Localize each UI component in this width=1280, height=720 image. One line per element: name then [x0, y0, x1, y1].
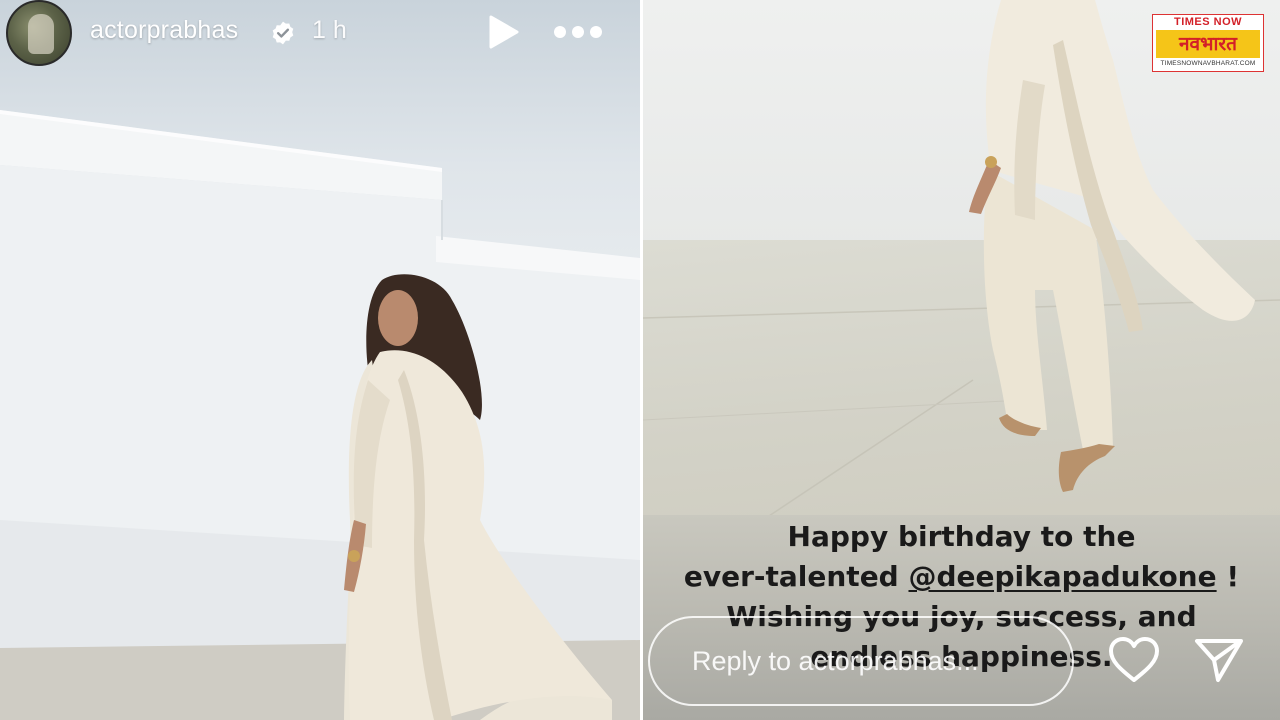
watermark-logo: TIMES NOW नवभारत TIMESNOWNAVBHARAT.COM	[1152, 14, 1264, 72]
logo-brand-url: TIMESNOWNAVBHARAT.COM	[1160, 60, 1256, 67]
story-photo-left: actorprabhas 1 h	[0, 0, 640, 720]
caption-line-1: Happy birthday to the	[787, 520, 1136, 553]
reply-input[interactable]: Reply to actorprabhas...	[648, 616, 1074, 706]
play-icon[interactable]	[486, 14, 520, 50]
verified-icon	[272, 21, 294, 45]
wall-scene	[0, 110, 640, 720]
caption-line-2-prefix: ever-talented	[683, 560, 909, 593]
story-header: actorprabhas 1 h	[0, 0, 640, 66]
story-photo-right: Happy birthday to the ever-talented @dee…	[643, 0, 1280, 720]
send-icon[interactable]	[1194, 636, 1244, 684]
story-time: 1 h	[312, 16, 347, 44]
caption-line-2-suffix: !	[1216, 560, 1240, 593]
logo-brand-main: नवभारत	[1156, 30, 1260, 58]
username[interactable]: actorprabhas	[90, 16, 238, 45]
reply-placeholder: Reply to actorprabhas...	[692, 646, 979, 676]
avatar[interactable]	[6, 0, 72, 66]
mention-link[interactable]: @deepikapadukone	[908, 560, 1216, 593]
caption-line-2: ever-talented @deepikapadukone !	[643, 557, 1280, 597]
more-icon[interactable]	[552, 22, 604, 42]
logo-brand-top: TIMES NOW	[1173, 16, 1243, 28]
heart-icon[interactable]	[1108, 636, 1160, 684]
